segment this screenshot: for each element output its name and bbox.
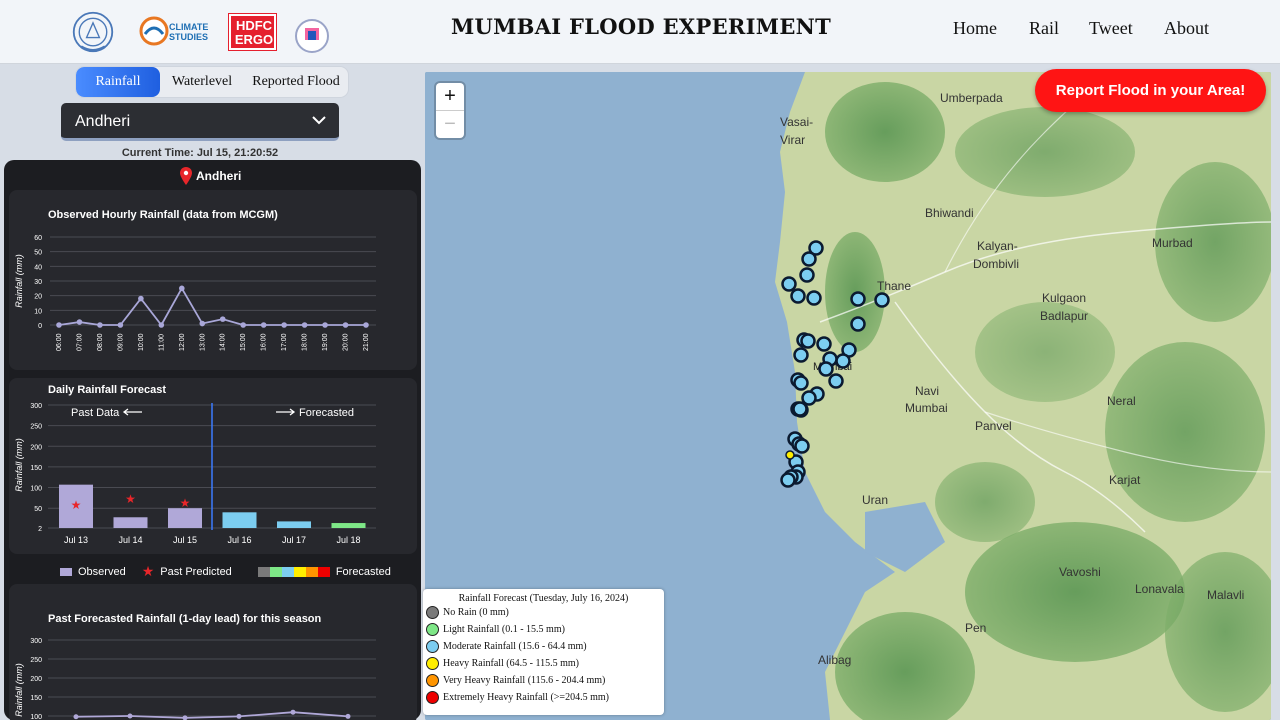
- data-point: [73, 714, 79, 720]
- rain-station-marker: [850, 316, 866, 332]
- map-legend: Rainfall Forecast (Tuesday, July 16, 202…: [423, 589, 664, 715]
- data-point: [345, 713, 351, 719]
- map-place-label: Lonavala: [1135, 582, 1184, 596]
- map-place-label: Thane: [877, 279, 911, 293]
- map-place-label: Dombivli: [973, 257, 1019, 271]
- y-tick-label: 200: [30, 676, 42, 683]
- map-place-label: Murbad: [1152, 236, 1193, 250]
- rain-station-marker: [828, 373, 844, 389]
- rain-station-marker: [800, 333, 816, 349]
- nav-home[interactable]: Home: [953, 18, 997, 39]
- page-title: MUMBAI FLOOD EXPERIMENT: [450, 14, 832, 39]
- y-tick-label: 100: [30, 714, 42, 720]
- zoom-control: + −: [436, 83, 464, 138]
- rain-station-marker: [835, 353, 851, 369]
- map-place-label: Vasai-: [780, 115, 813, 129]
- rain-station-marker: [792, 401, 808, 417]
- zoom-in-button[interactable]: +: [436, 83, 464, 110]
- legend-item-light: Light Rainfall (0.1 - 15.5 mm): [426, 621, 664, 638]
- zoom-out-button[interactable]: −: [436, 110, 464, 137]
- rain-station-marker: [781, 276, 797, 292]
- map-place-label: Kalyan-: [977, 239, 1018, 253]
- nav-about[interactable]: About: [1164, 18, 1209, 39]
- map-legend-title: Rainfall Forecast (Tuesday, July 16, 202…: [458, 593, 629, 604]
- map-place-label: Umberpada: [940, 91, 1003, 105]
- rain-station-marker: [874, 292, 890, 308]
- rain-station-marker: [816, 336, 832, 352]
- rain-station-marker: [799, 267, 815, 283]
- rain-station-marker: [818, 361, 834, 377]
- legend-item-very-heavy: Very Heavy Rainfall (115.6 - 204.4 mm): [426, 672, 664, 689]
- data-point: [290, 709, 296, 715]
- map-place-label: Vavoshi: [1059, 565, 1101, 579]
- map-place-label: Uran: [862, 493, 888, 507]
- rain-station-marker: [806, 290, 822, 306]
- map-place-label: Mumbai: [905, 401, 948, 415]
- y-axis-label: Rainfall (mm): [14, 663, 24, 717]
- map-place-label: Karjat: [1109, 473, 1141, 487]
- map-place-label: Badlapur: [1040, 309, 1088, 323]
- season-series-line: [75, 711, 349, 719]
- report-flood-button[interactable]: Report Flood in your Area!: [1035, 69, 1266, 112]
- rain-station-marker-heavy: [785, 450, 795, 460]
- rain-station-marker: [793, 347, 809, 363]
- season-forecast-chart: 100 150 200 250 300 Rainfall (mm): [14, 638, 376, 720]
- rain-station-marker: [794, 438, 810, 454]
- nav-tweet[interactable]: Tweet: [1089, 18, 1133, 39]
- map-place-label: Pen: [965, 621, 986, 635]
- data-point: [127, 713, 133, 719]
- rain-station-marker: [780, 472, 796, 488]
- nav-rail[interactable]: Rail: [1029, 18, 1059, 39]
- legend-item-heavy: Heavy Rainfall (64.5 - 115.5 mm): [426, 655, 664, 672]
- rain-station-marker: [793, 375, 809, 391]
- legend-item-extreme: Extremely Heavy Rainfall (>=204.5 mm): [426, 689, 664, 706]
- legend-item-moderate: Moderate Rainfall (15.6 - 64.4 mm): [426, 638, 664, 655]
- map-place-label: Panvel: [975, 419, 1012, 433]
- y-tick-label: 250: [30, 657, 42, 664]
- y-tick-label: 150: [30, 695, 42, 702]
- rain-station-marker: [850, 291, 866, 307]
- map-place-label: Malavli: [1207, 588, 1244, 602]
- data-point: [236, 713, 242, 719]
- map-place-label: Virar: [780, 133, 805, 147]
- rain-station-marker: [801, 390, 817, 406]
- map-place-label: Alibag: [818, 653, 851, 667]
- map-place-label: Kulgaon: [1042, 291, 1086, 305]
- y-tick-label: 300: [30, 638, 42, 645]
- rain-station-marker: [801, 251, 817, 267]
- rain-station-marker: [790, 288, 806, 304]
- map-place-label: Navi: [915, 384, 939, 398]
- map-place-label: Bhiwandi: [925, 206, 974, 220]
- map-place-label: Neral: [1107, 394, 1136, 408]
- legend-item-no-rain: No Rain (0 mm): [426, 604, 664, 621]
